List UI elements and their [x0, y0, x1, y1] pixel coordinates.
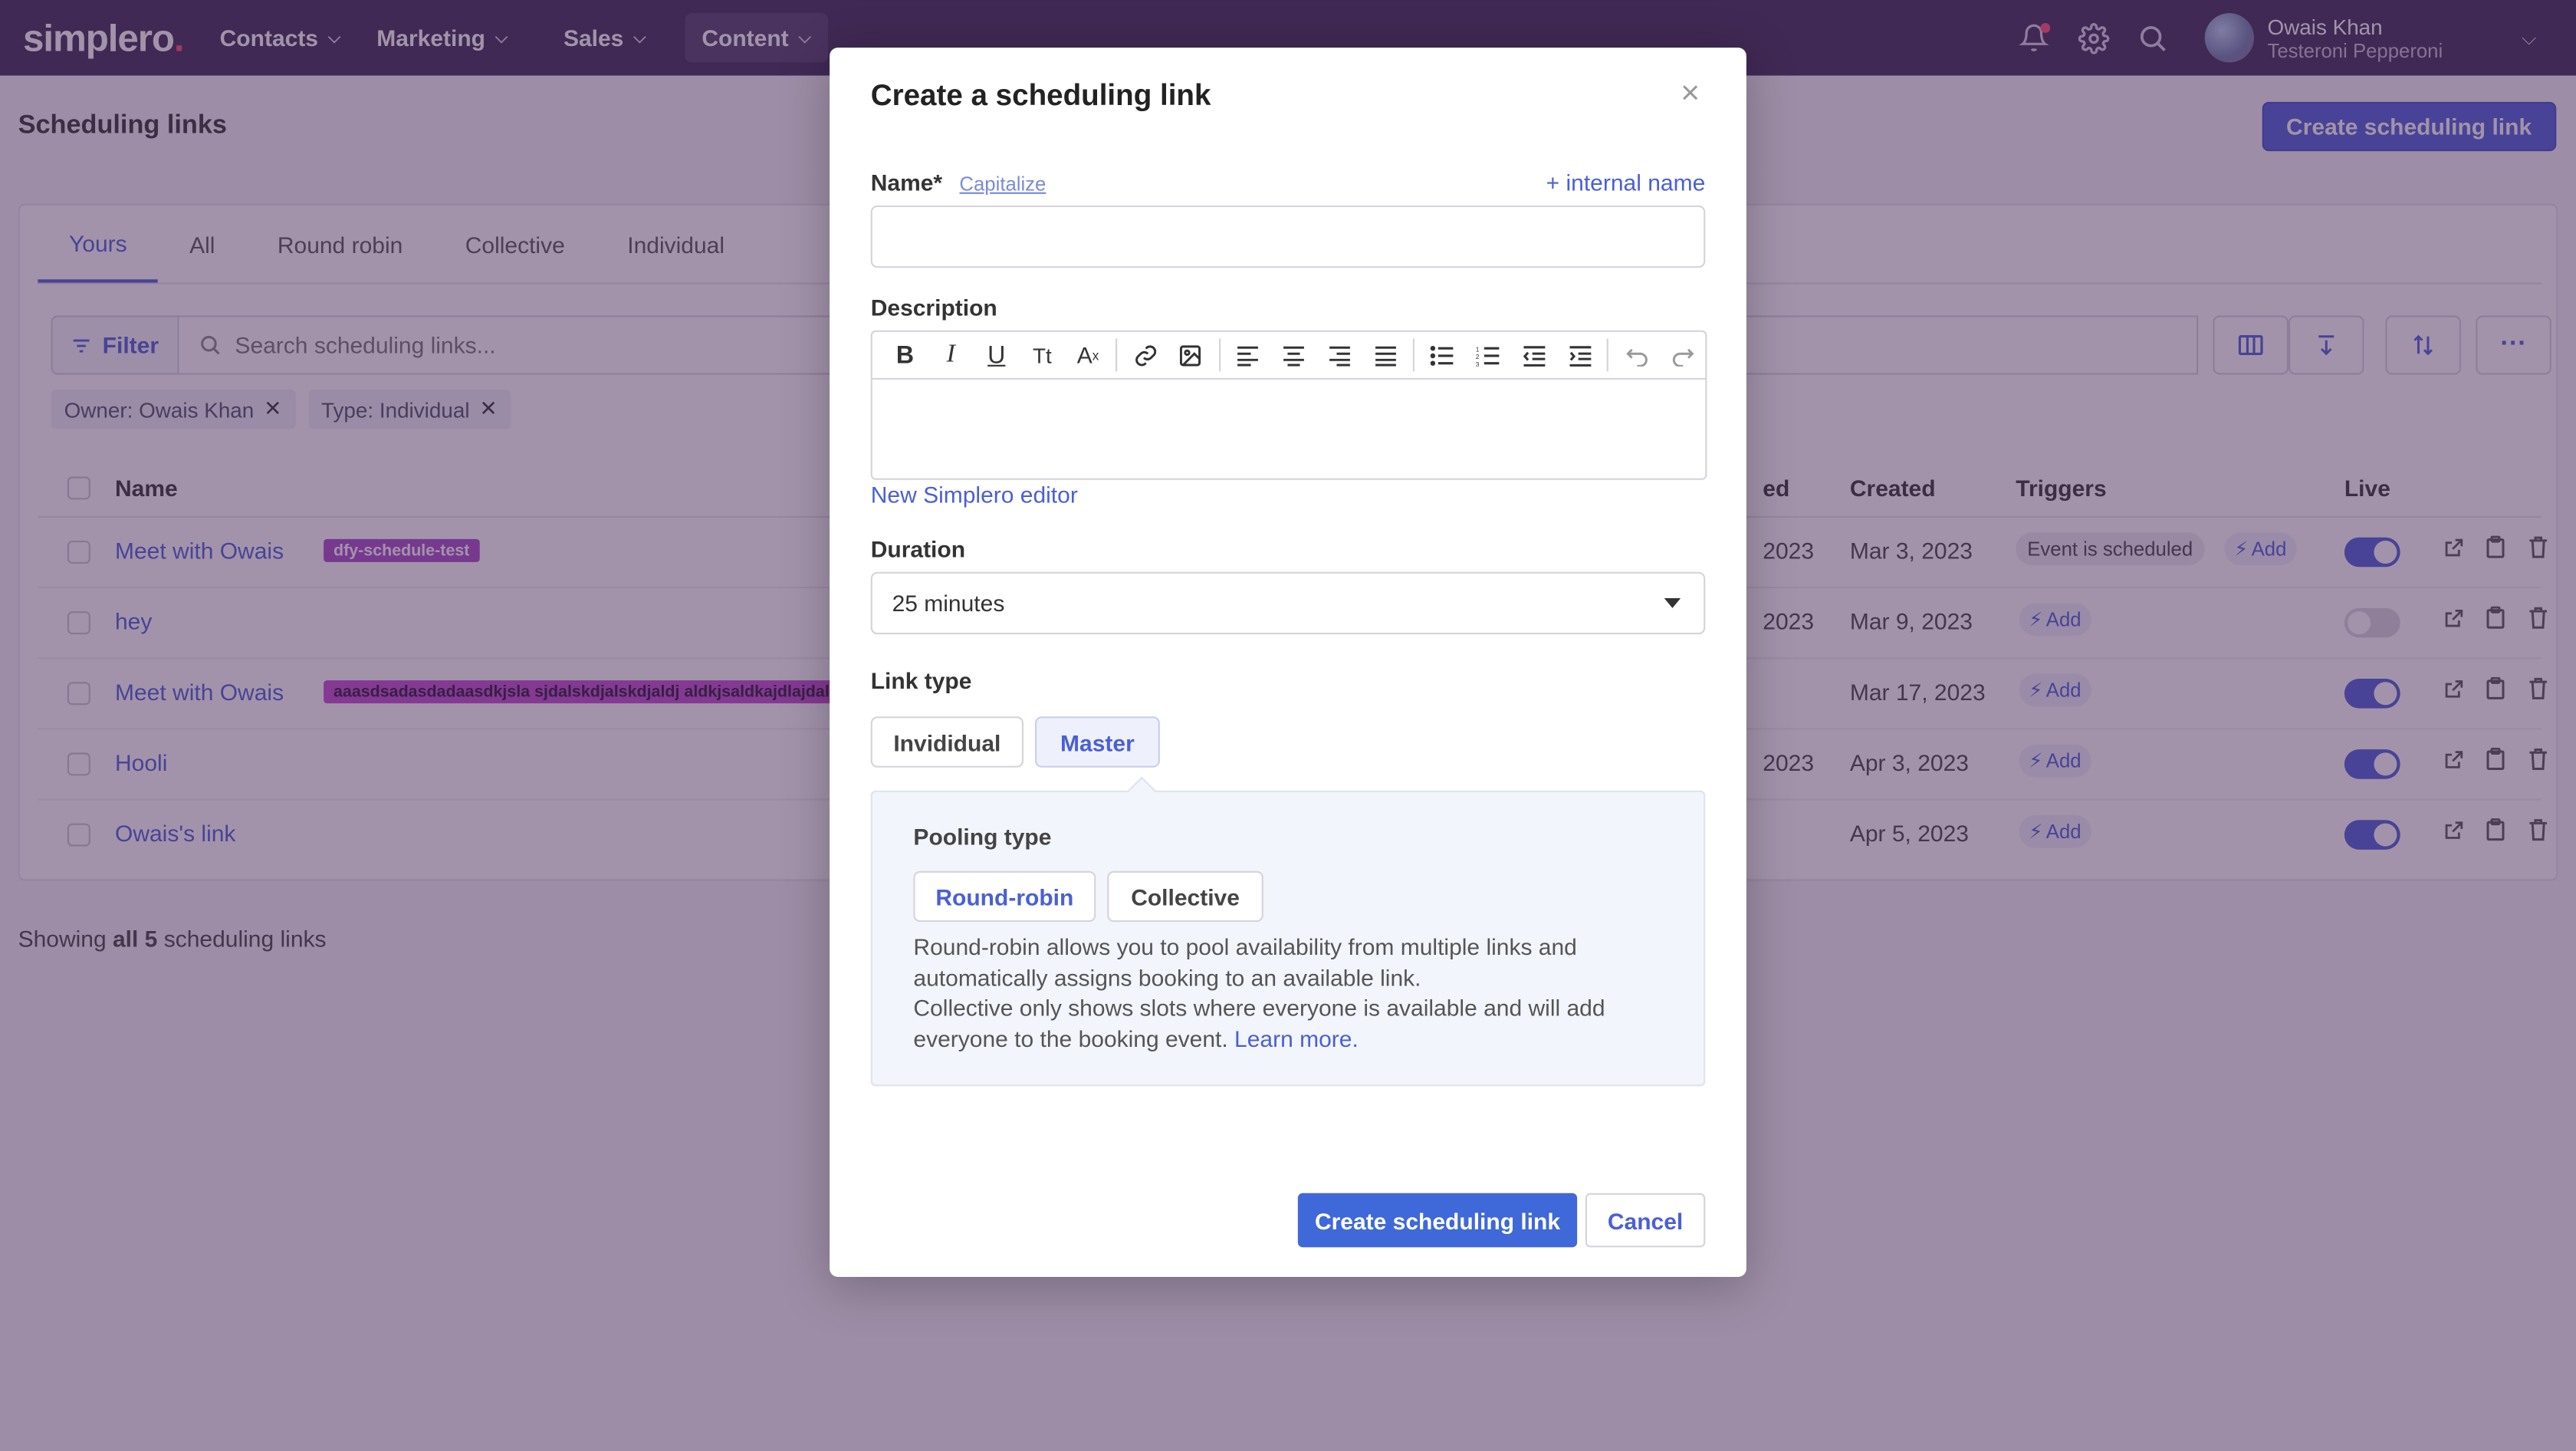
- name-input[interactable]: [870, 205, 1706, 268]
- text-size-icon[interactable]: Tt: [1020, 332, 1066, 378]
- svg-text:2: 2: [1475, 352, 1479, 360]
- link-type-master-button[interactable]: Master: [1035, 716, 1160, 768]
- undo-icon[interactable]: [1614, 332, 1660, 378]
- indent-icon[interactable]: [1557, 332, 1603, 378]
- clear-format-icon[interactable]: Ax: [1065, 332, 1111, 378]
- align-justify-icon[interactable]: [1362, 332, 1408, 378]
- create-scheduling-link-dialog: Create a scheduling link × Name* Capital…: [830, 48, 1746, 1278]
- align-center-icon[interactable]: [1271, 332, 1317, 378]
- redo-icon[interactable]: [1660, 332, 1706, 378]
- description-label: Description: [870, 294, 997, 321]
- underline-icon[interactable]: U: [974, 332, 1020, 378]
- submit-create-button[interactable]: Create scheduling link: [1297, 1193, 1578, 1248]
- toolbar-divider: [1413, 338, 1415, 372]
- learn-more-link[interactable]: Learn more.: [1234, 1025, 1359, 1051]
- link-type-label: Link type: [870, 667, 972, 694]
- italic-icon[interactable]: I: [928, 332, 974, 378]
- panel-pointer: [1128, 776, 1156, 804]
- caret-down-icon: [1664, 598, 1681, 608]
- toolbar-divider: [1116, 338, 1118, 372]
- pooling-collective-button[interactable]: Collective: [1107, 870, 1263, 923]
- close-icon[interactable]: ×: [1681, 76, 1700, 114]
- bold-icon[interactable]: B: [882, 332, 928, 378]
- pooling-type-panel: Pooling type Round-robin Collective Roun…: [870, 776, 1706, 1087]
- pooling-type-label: Pooling type: [913, 823, 1052, 850]
- outdent-icon[interactable]: [1511, 332, 1557, 378]
- cancel-button[interactable]: Cancel: [1585, 1193, 1706, 1248]
- numbered-list-icon[interactable]: 123: [1465, 332, 1511, 378]
- align-left-icon[interactable]: [1225, 332, 1271, 378]
- pooling-round-robin-button[interactable]: Round-robin: [913, 870, 1096, 923]
- new-simplero-editor-link[interactable]: New Simplero editor: [871, 482, 1078, 508]
- pooling-description: Round-robin allows you to pool availabil…: [913, 932, 1636, 1054]
- duration-label: Duration: [870, 535, 966, 562]
- bullet-list-icon[interactable]: [1420, 332, 1466, 378]
- name-label: Name*: [870, 169, 943, 196]
- toolbar-divider: [1607, 338, 1609, 372]
- app-root: simplero. Contacts⌵ Marketing⌵ Sales⌵ Co…: [0, 0, 2576, 1451]
- dialog-title: Create a scheduling link: [870, 78, 1211, 112]
- svg-text:1: 1: [1475, 344, 1479, 352]
- collective-description: Collective only shows slots where everyo…: [913, 994, 1605, 1051]
- link-icon[interactable]: [1122, 332, 1168, 378]
- image-icon[interactable]: [1168, 332, 1214, 378]
- round-robin-description: Round-robin allows you to pool availabil…: [913, 933, 1577, 991]
- duration-select[interactable]: 25 minutes: [870, 571, 1706, 635]
- toolbar-divider: [1218, 338, 1221, 372]
- svg-text:3: 3: [1475, 360, 1479, 366]
- align-right-icon[interactable]: [1316, 332, 1362, 378]
- duration-value: 25 minutes: [892, 590, 1005, 617]
- editor-toolbar: B I U Tt Ax 123: [872, 332, 1706, 380]
- description-content-area[interactable]: [872, 380, 1705, 479]
- internal-name-link[interactable]: + internal name: [1546, 169, 1706, 196]
- description-editor: B I U Tt Ax 123: [870, 330, 1707, 480]
- capitalize-link[interactable]: Capitalize: [959, 173, 1046, 196]
- link-type-individual-button[interactable]: Invididual: [870, 716, 1024, 768]
